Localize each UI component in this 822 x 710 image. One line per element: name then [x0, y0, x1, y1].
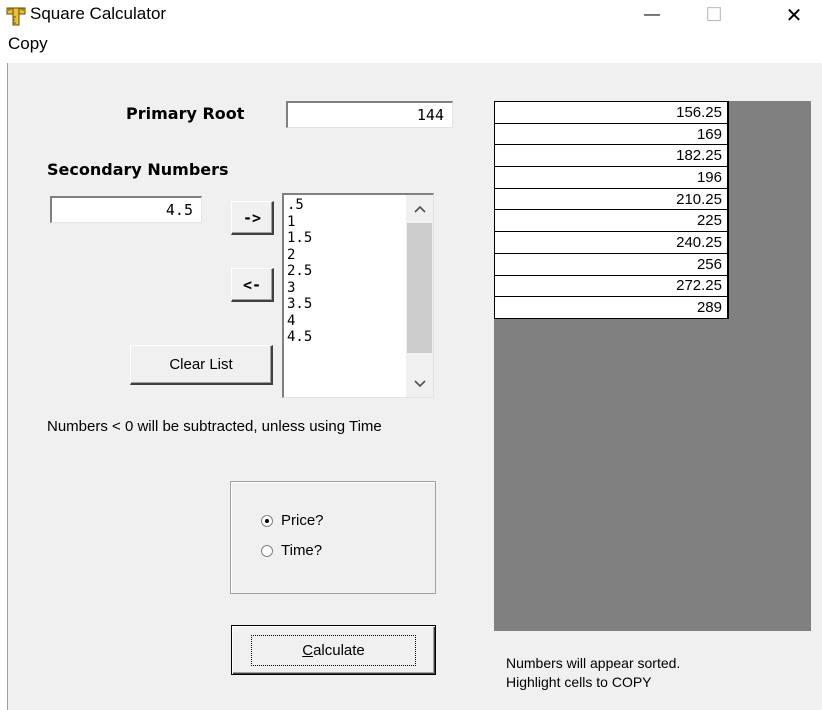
chevron-up-icon	[413, 205, 426, 213]
table-row: 196	[494, 166, 729, 189]
result-cell[interactable]: 225	[494, 209, 729, 233]
clear-list-button[interactable]: Clear List	[130, 345, 273, 385]
result-cell[interactable]: 272.25	[494, 274, 729, 298]
add-to-list-button[interactable]: ->	[231, 201, 274, 235]
result-cell[interactable]: 169	[494, 122, 729, 146]
table-row: 272.25	[494, 274, 729, 298]
result-cell[interactable]: 210.25	[494, 187, 729, 211]
radio-button-icon	[261, 544, 273, 557]
clear-list-label: Clear List	[169, 356, 233, 373]
maximize-icon: ☐	[705, 4, 723, 26]
table-row: 256	[494, 252, 729, 276]
table-row: 289	[494, 296, 729, 319]
list-item[interactable]: 2	[287, 247, 407, 264]
radio-button-icon	[261, 514, 273, 527]
scroll-up-button[interactable]	[406, 195, 433, 222]
secondary-numbers-list[interactable]: .5 1 1.5 2 2.5 3 3.5 4 4.5	[282, 193, 434, 398]
calculate-label: Calculate	[251, 634, 416, 666]
scroll-down-button[interactable]	[406, 370, 433, 397]
list-item[interactable]: 3	[287, 280, 407, 297]
minimize-button[interactable]: —	[624, 0, 680, 30]
results-table[interactable]: 156.25 169 182.25 196 210.25 225 240.25 …	[494, 101, 729, 319]
list-item[interactable]: 1	[287, 214, 407, 231]
table-row: 210.25	[494, 187, 729, 211]
chevron-down-icon	[413, 379, 426, 387]
primary-root-label: Primary Root	[126, 104, 245, 123]
result-cell[interactable]: 240.25	[494, 231, 729, 254]
calculate-button[interactable]: Calculate	[231, 625, 436, 675]
result-cell[interactable]: 196	[494, 166, 729, 189]
list-item[interactable]: 4.5	[287, 329, 407, 346]
time-radio-label: Time?	[281, 542, 323, 559]
table-row: 225	[494, 209, 729, 233]
mode-groupbox: Price? Time?	[230, 481, 436, 594]
list-item[interactable]: 3.5	[287, 296, 407, 313]
app-ruler-icon	[6, 6, 26, 26]
result-cell[interactable]: 256	[494, 252, 729, 276]
scroll-thumb[interactable]	[407, 223, 432, 353]
title-bar[interactable]: Square Calculator — ☐ ✕	[0, 0, 822, 30]
list-item[interactable]: 4	[287, 313, 407, 330]
result-cell[interactable]: 156.25	[494, 101, 729, 124]
primary-root-input[interactable]: 144	[286, 101, 453, 128]
result-cell[interactable]: 289	[494, 296, 729, 319]
minimize-icon: —	[644, 6, 660, 23]
price-radio-label: Price?	[281, 512, 324, 529]
copy-hint: Highlight cells to COPY	[506, 674, 652, 690]
result-cell[interactable]: 182.25	[494, 144, 729, 168]
remove-from-list-button[interactable]: <-	[231, 268, 274, 302]
time-radio[interactable]: Time?	[261, 542, 322, 559]
price-radio[interactable]: Price?	[261, 512, 324, 529]
table-row: 156.25	[494, 101, 729, 124]
list-item[interactable]: 1.5	[287, 230, 407, 247]
menu-copy[interactable]: Copy	[8, 34, 48, 54]
close-icon: ✕	[785, 4, 803, 27]
menu-bar: Copy	[0, 30, 822, 60]
secondary-numbers-label: Secondary Numbers	[47, 160, 229, 179]
add-arrow-label: ->	[242, 208, 262, 227]
list-item[interactable]: .5	[287, 197, 407, 214]
list-item[interactable]: 2.5	[287, 263, 407, 280]
secondary-number-input[interactable]: 4.5	[50, 196, 202, 223]
table-row: 169	[494, 122, 729, 146]
sorted-hint: Numbers will appear sorted.	[506, 655, 681, 671]
maximize-button[interactable]: ☐	[686, 0, 742, 30]
table-row: 182.25	[494, 144, 729, 168]
remove-arrow-label: <-	[242, 275, 262, 294]
subtraction-note: Numbers < 0 will be subtracted, unless u…	[47, 418, 382, 435]
close-button[interactable]: ✕	[766, 0, 822, 30]
list-scrollbar[interactable]	[406, 195, 433, 397]
table-row: 240.25	[494, 231, 729, 254]
window-title: Square Calculator	[30, 4, 167, 23]
